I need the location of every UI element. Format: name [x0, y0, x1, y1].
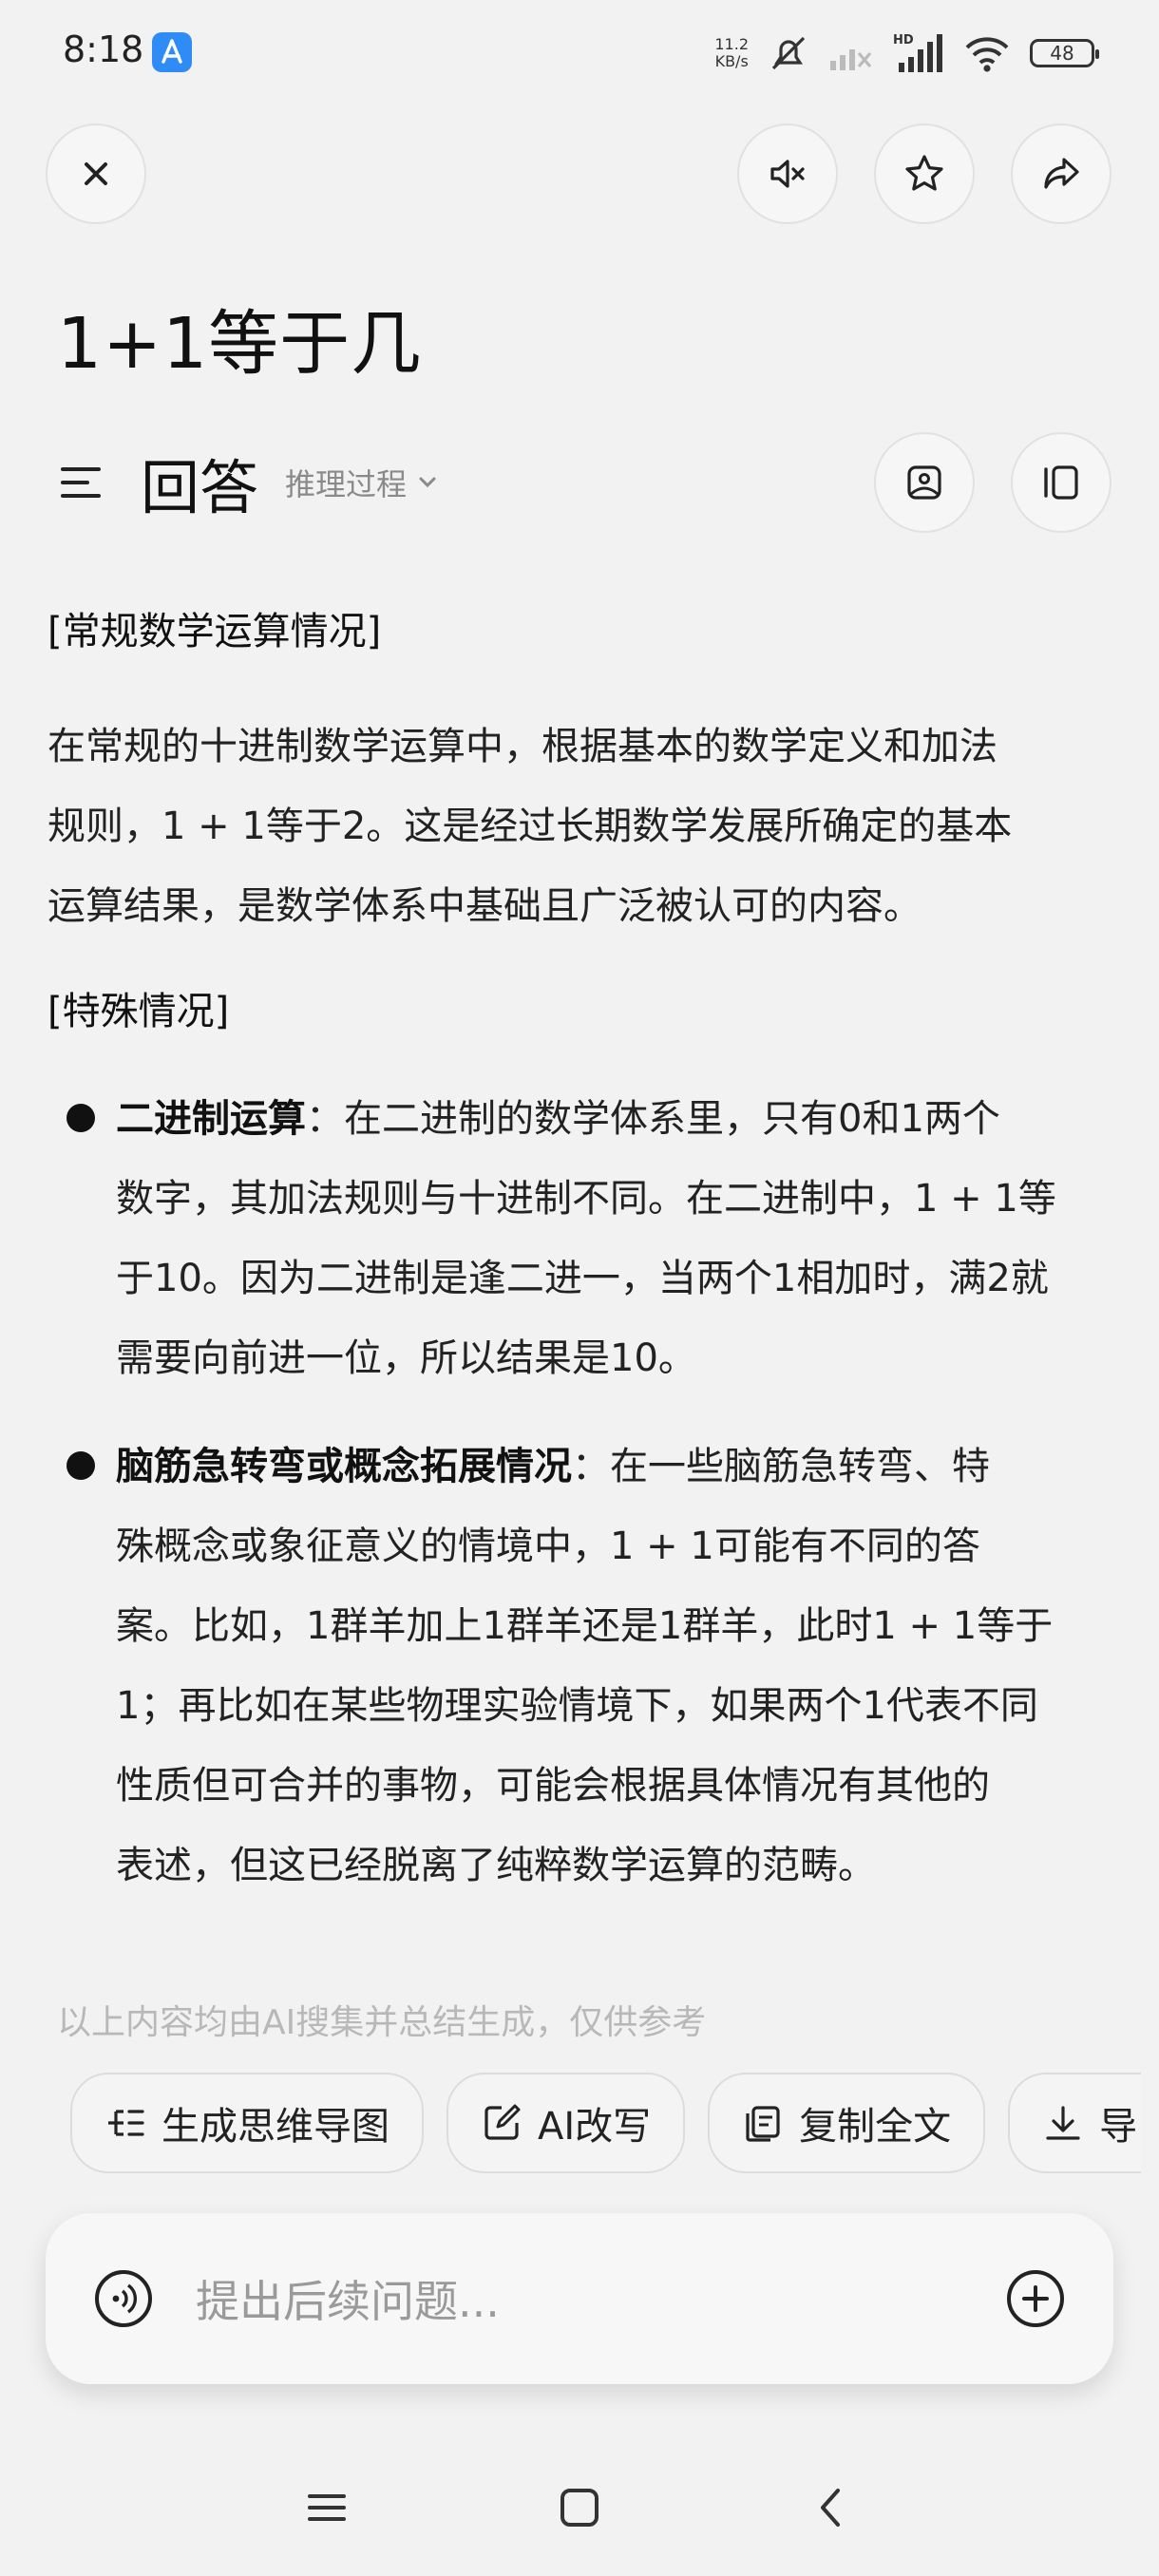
answer-label: 回答 [141, 453, 259, 522]
favorite-button[interactable] [874, 123, 975, 224]
export-label: 导 [1099, 2105, 1138, 2149]
status-time: 8:18 [63, 28, 144, 70]
mindmap-button[interactable]: 生成思维导图 [70, 2073, 424, 2173]
bullet-term: 脑筋急转弯或概念拓展情况 [116, 1445, 572, 1488]
svg-text:HD: HD [893, 33, 914, 47]
close-icon [85, 162, 107, 185]
copy-all-label: 复制全文 [799, 2105, 952, 2149]
edit-icon [484, 2104, 521, 2140]
image-icon [907, 465, 941, 500]
app-store-icon [152, 32, 192, 72]
bullet-term: 二进制运算 [116, 1097, 306, 1141]
bullet-dot [66, 1104, 95, 1132]
copy-all-button[interactable]: 复制全文 [708, 2073, 986, 2173]
signal-weak-icon [830, 49, 872, 70]
export-button[interactable]: 导 [1008, 2073, 1142, 2173]
list-item: 脑筋急转弯或概念拓展情况：在一些脑筋急转弯、特 殊概念或象征意义的情境中，1 +… [48, 1427, 1112, 1905]
home-icon [560, 2489, 598, 2527]
net-speed: 11.2 KB/s [714, 35, 749, 70]
chevron-down-icon [419, 477, 436, 488]
ai-rewrite-label: AI改写 [538, 2105, 652, 2149]
star-icon [905, 155, 943, 191]
battery-indicator: 48 [1030, 39, 1099, 67]
followup-input[interactable]: 提出后续问题... [196, 2267, 1005, 2330]
back-icon [821, 2489, 840, 2527]
mute-icon [770, 160, 805, 188]
reasoning-toggle[interactable]: 推理过程 [285, 461, 441, 504]
ai-disclaimer: 以上内容均由AI搜集并总结生成，仅供参考 [57, 2003, 707, 2042]
share-icon [1044, 158, 1079, 189]
ai-rewrite-button[interactable]: AI改写 [446, 2073, 686, 2173]
question-title: 1+1等于几 [57, 303, 423, 385]
copy-icon [746, 2106, 780, 2142]
share-button[interactable] [1011, 123, 1112, 224]
paragraph: 在常规的十进制数学运算中，根据基本的数学定义和加法 规则，1 + 1等于2。这是… [48, 725, 1013, 928]
status-icons: 11.2 KB/s HD 48 [714, 27, 1099, 80]
home-button[interactable] [551, 2479, 608, 2536]
wifi-icon [965, 37, 1009, 72]
followup-input-bar: 提出后续问题... [46, 2213, 1113, 2384]
recent-apps-button[interactable] [298, 2479, 355, 2536]
system-nav-bar [0, 2460, 1159, 2555]
mindmap-label: 生成思维导图 [162, 2105, 390, 2149]
section-heading: [常规数学运算情况] [48, 610, 382, 653]
answer-header: 回答 推理过程 [57, 435, 441, 530]
download-icon [1046, 2106, 1080, 2140]
answer-content: [常规数学运算情况] 在常规的十进制数学运算中，根据基本的数学定义和加法 规则，… [48, 589, 1112, 1905]
section-heading: [特殊情况] [48, 990, 230, 1033]
signal-hd-icon: HD [893, 33, 942, 72]
panel-button[interactable] [1011, 432, 1112, 533]
mindmap-icon [108, 2110, 144, 2136]
menu-icon[interactable] [57, 458, 106, 507]
plus-icon[interactable] [1005, 2268, 1066, 2329]
back-button[interactable] [804, 2479, 861, 2536]
reasoning-label: 推理过程 [285, 466, 408, 502]
list-item: 二进制运算：在二进制的数学体系里，只有0和1两个 数字，其加法规则与十进制不同。… [48, 1079, 1112, 1398]
mute-button[interactable] [737, 123, 838, 224]
alarm-off-icon [771, 36, 806, 70]
action-bar: 生成思维导图 AI改写 复制全文 导 [70, 2073, 1142, 2173]
panel-icon [1044, 465, 1078, 500]
bullet-dot [66, 1451, 95, 1480]
image-button[interactable] [874, 432, 975, 533]
recents-icon [308, 2494, 346, 2521]
voice-icon[interactable] [93, 2268, 154, 2329]
close-button[interactable] [46, 123, 146, 224]
